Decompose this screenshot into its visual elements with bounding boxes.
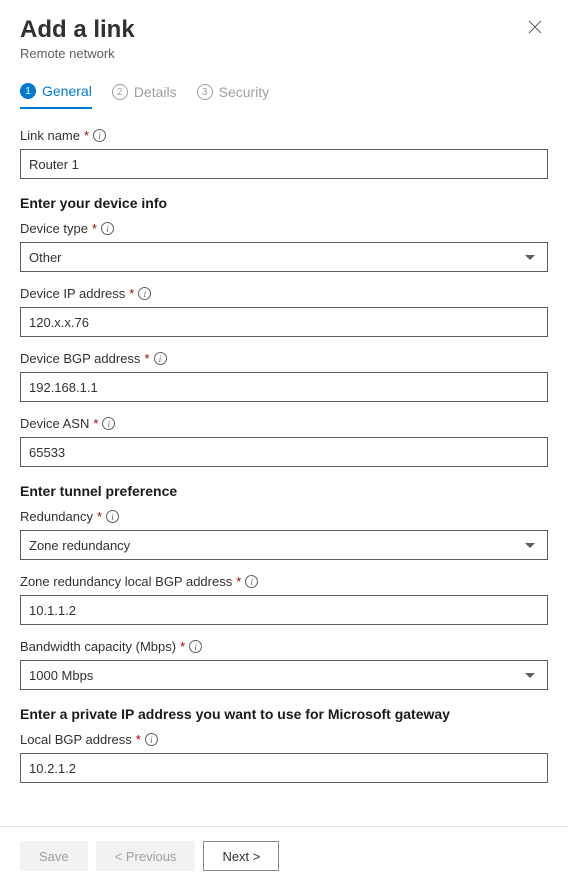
section-device-info: Enter your device info xyxy=(20,195,548,211)
field-label: Device ASN xyxy=(20,416,89,431)
zone-bgp-input[interactable] xyxy=(20,595,548,625)
save-button[interactable]: Save xyxy=(20,841,88,871)
bandwidth-select[interactable]: 1000 Mbps xyxy=(20,660,548,690)
tabs: 1 General 2 Details 3 Security xyxy=(20,83,548,110)
field-label: Device BGP address xyxy=(20,351,140,366)
page-title: Add a link xyxy=(20,16,135,44)
info-icon[interactable]: i xyxy=(154,352,167,365)
field-label: Bandwidth capacity (Mbps) xyxy=(20,639,176,654)
tab-number: 2 xyxy=(112,84,128,100)
device-bgp-input[interactable] xyxy=(20,372,548,402)
chevron-down-icon xyxy=(525,673,535,678)
local-bgp-input[interactable] xyxy=(20,753,548,783)
field-label: Link name xyxy=(20,128,80,143)
tab-label: Details xyxy=(134,84,177,100)
tab-number: 3 xyxy=(197,84,213,100)
info-icon[interactable]: i xyxy=(101,222,114,235)
chevron-down-icon xyxy=(525,543,535,548)
required-marker: * xyxy=(84,128,89,143)
select-value: 1000 Mbps xyxy=(29,668,93,683)
info-icon[interactable]: i xyxy=(189,640,202,653)
field-label: Local BGP address xyxy=(20,732,132,747)
required-marker: * xyxy=(144,351,149,366)
tab-number: 1 xyxy=(20,83,36,99)
field-label: Device type xyxy=(20,221,88,236)
info-icon[interactable]: i xyxy=(145,733,158,746)
next-button[interactable]: Next > xyxy=(203,841,279,871)
section-tunnel-pref: Enter tunnel preference xyxy=(20,483,548,499)
previous-button[interactable]: < Previous xyxy=(96,841,196,871)
chevron-down-icon xyxy=(525,255,535,260)
select-value: Other xyxy=(29,250,62,265)
info-icon[interactable]: i xyxy=(93,129,106,142)
tab-details[interactable]: 2 Details xyxy=(112,83,177,109)
section-private-ip: Enter a private IP address you want to u… xyxy=(20,706,548,722)
info-icon[interactable]: i xyxy=(106,510,119,523)
tab-general[interactable]: 1 General xyxy=(20,83,92,109)
field-label: Zone redundancy local BGP address xyxy=(20,574,232,589)
required-marker: * xyxy=(236,574,241,589)
info-icon[interactable]: i xyxy=(102,417,115,430)
close-icon[interactable] xyxy=(522,16,548,41)
info-icon[interactable]: i xyxy=(245,575,258,588)
field-label: Device IP address xyxy=(20,286,125,301)
required-marker: * xyxy=(97,509,102,524)
redundancy-select[interactable]: Zone redundancy xyxy=(20,530,548,560)
select-value: Zone redundancy xyxy=(29,538,130,553)
required-marker: * xyxy=(136,732,141,747)
required-marker: * xyxy=(180,639,185,654)
tab-label: General xyxy=(42,83,92,99)
device-ip-input[interactable] xyxy=(20,307,548,337)
link-name-input[interactable] xyxy=(20,149,548,179)
footer: Save < Previous Next > xyxy=(0,827,568,887)
field-label: Redundancy xyxy=(20,509,93,524)
device-asn-input[interactable] xyxy=(20,437,548,467)
tab-security[interactable]: 3 Security xyxy=(197,83,270,109)
required-marker: * xyxy=(93,416,98,431)
required-marker: * xyxy=(129,286,134,301)
info-icon[interactable]: i xyxy=(138,287,151,300)
device-type-select[interactable]: Other xyxy=(20,242,548,272)
page-subtitle: Remote network xyxy=(20,46,135,61)
required-marker: * xyxy=(92,221,97,236)
tab-label: Security xyxy=(219,84,270,100)
